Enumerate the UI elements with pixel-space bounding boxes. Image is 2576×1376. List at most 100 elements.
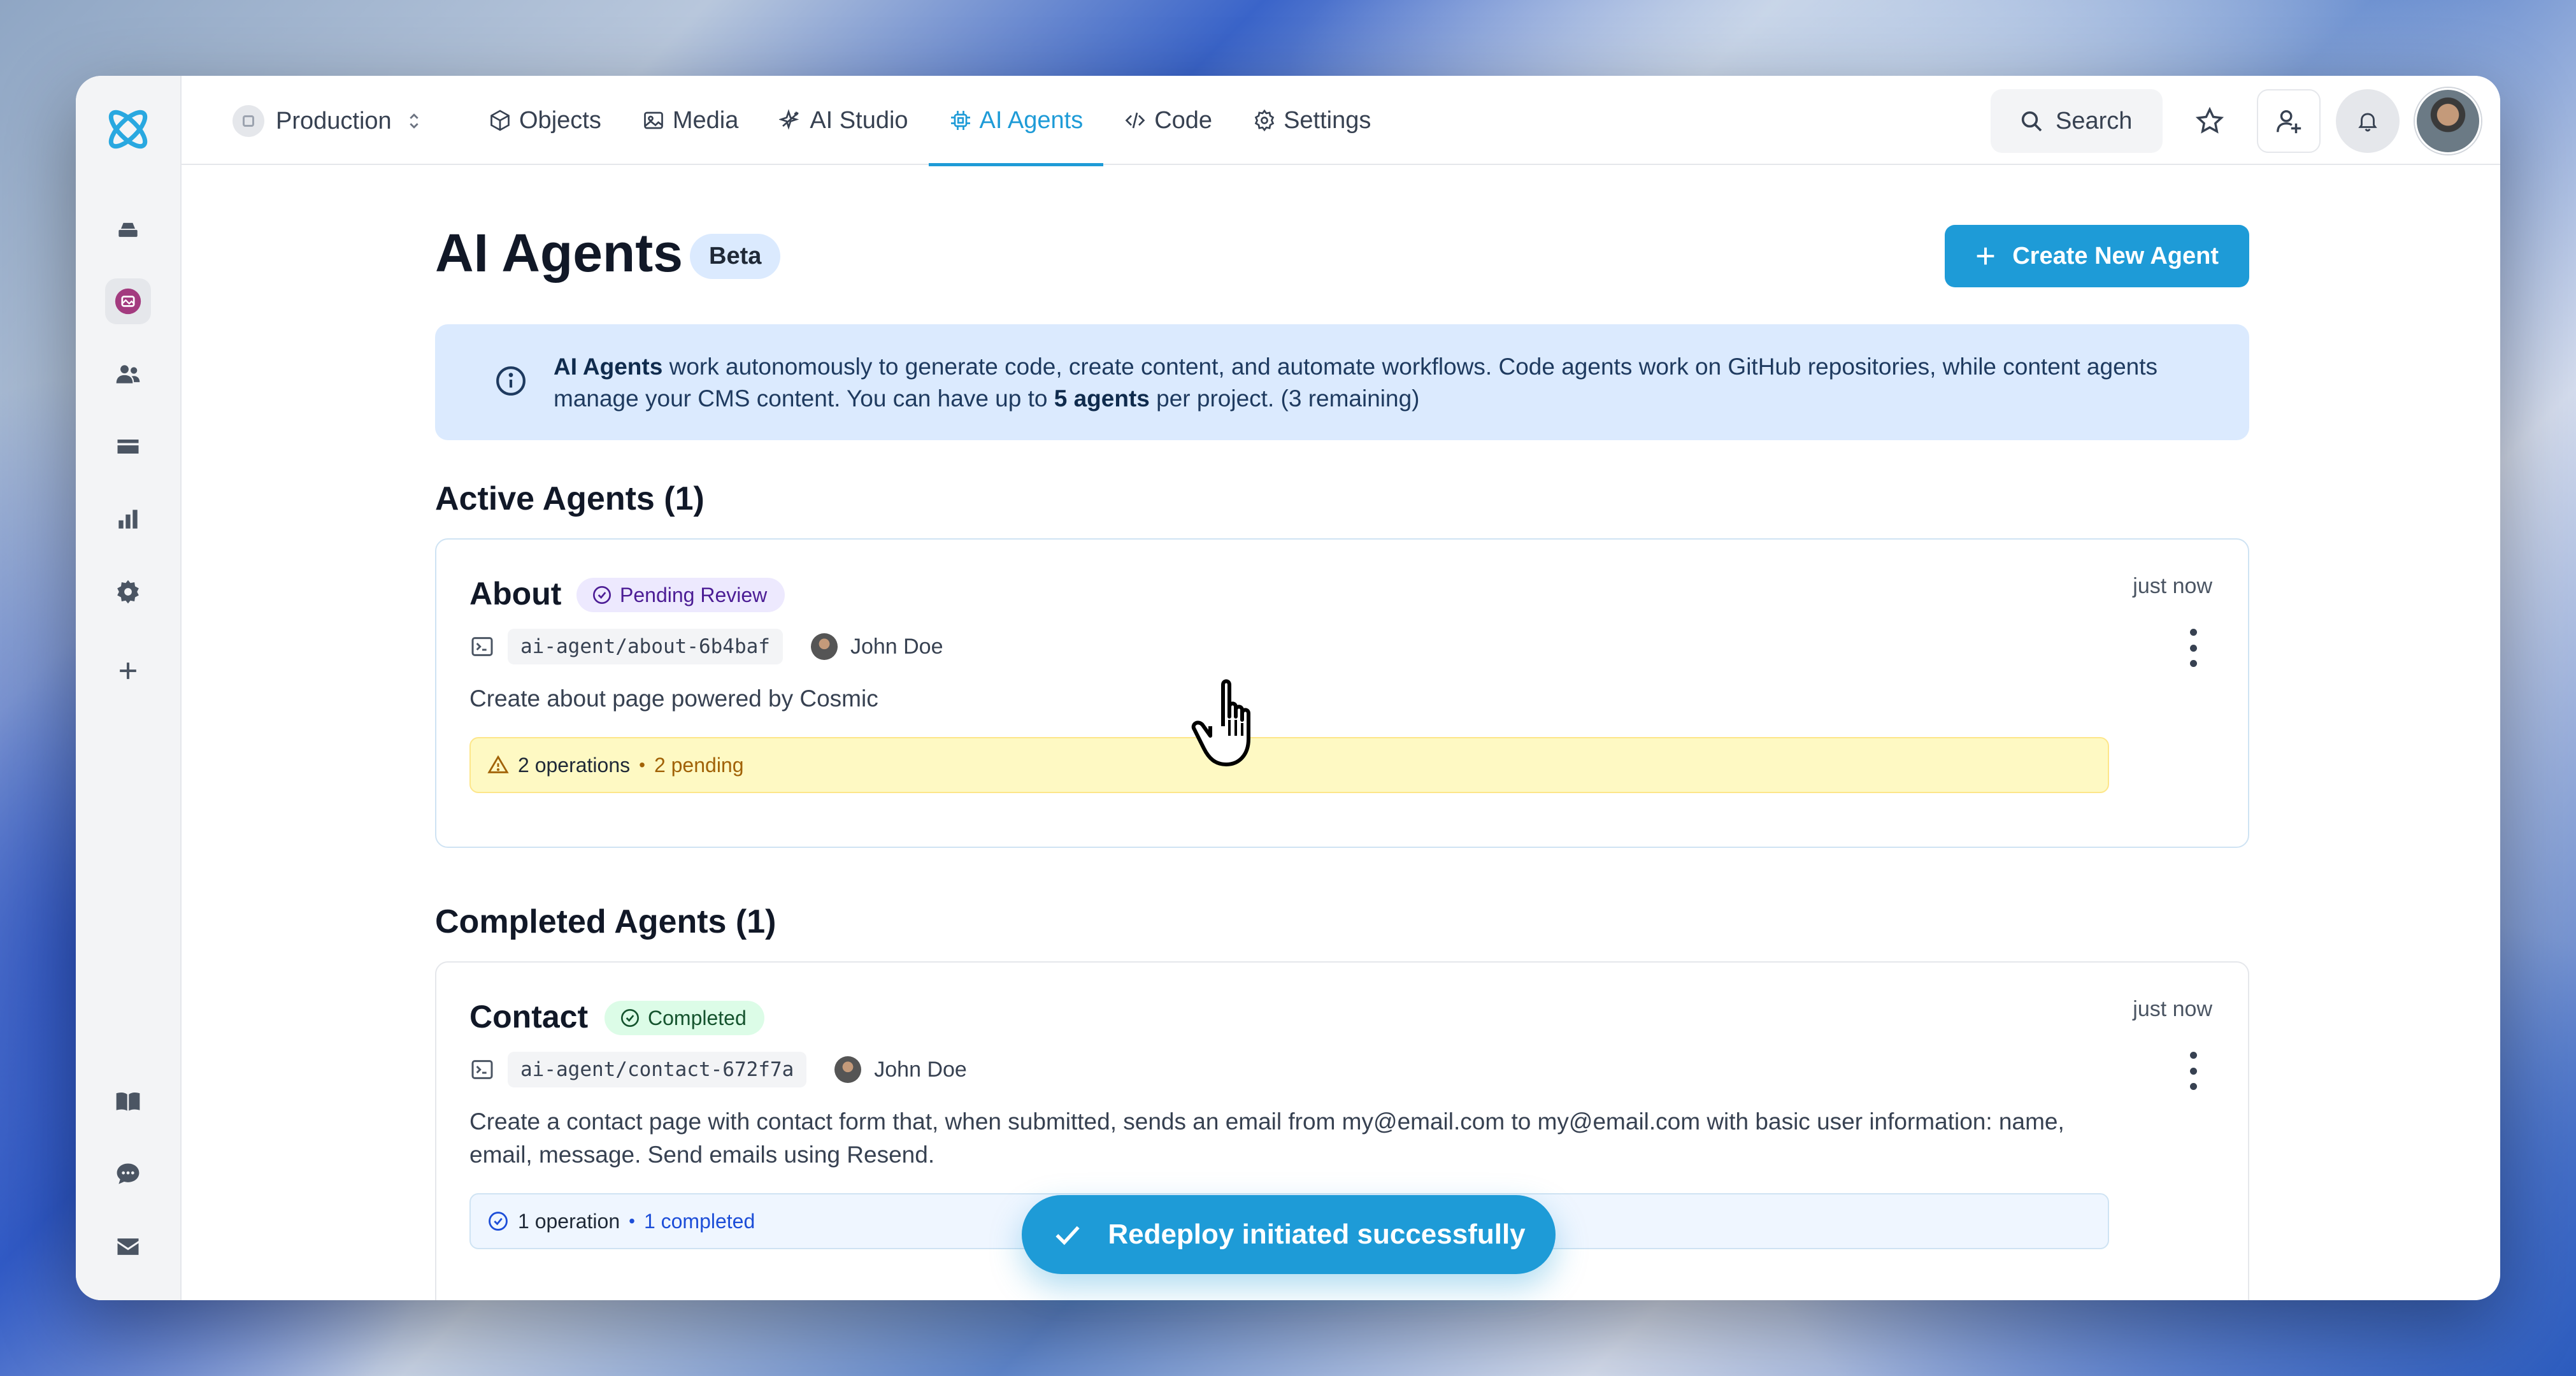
terminal-icon [471, 1060, 493, 1079]
separator-dot: • [639, 755, 645, 775]
bell-icon [2358, 113, 2377, 132]
more-options-button[interactable] [2187, 629, 2200, 667]
agent-description: Create a contact page with contact form … [469, 1108, 2064, 1168]
tab-ai-agents-label: AI Agents [979, 106, 1084, 134]
create-new-agent-button[interactable]: Create New Agent [1945, 225, 2249, 287]
tab-settings-label: Settings [1284, 106, 1371, 134]
status-label: Completed [648, 1006, 747, 1029]
tab-media-label: Media [672, 106, 739, 134]
tab-settings[interactable]: Settings [1233, 76, 1391, 165]
favorite-star-button[interactable] [2178, 89, 2242, 153]
operations-count: 1 operation [518, 1209, 620, 1233]
separator-dot: • [629, 1211, 635, 1231]
search-label: Search [2056, 107, 2133, 134]
tab-objects[interactable]: Objects [468, 76, 622, 165]
beta-badge: Beta [690, 234, 781, 279]
search-button[interactable]: Search [1991, 89, 2163, 153]
info-limit: 5 agents [1054, 385, 1150, 412]
star-icon [2195, 106, 2224, 134]
settings-gear-icon[interactable] [105, 569, 151, 615]
hand-pointer-cursor-icon [1191, 679, 1250, 766]
more-options-button[interactable] [2187, 1052, 2200, 1090]
tab-ai-agents[interactable]: AI Agents [928, 76, 1104, 166]
author-avatar [834, 1056, 862, 1083]
mail-envelope-icon[interactable] [105, 1224, 151, 1270]
operations-bar[interactable]: 2 operations • 2 pending [469, 737, 2109, 793]
invite-user-button[interactable] [2257, 89, 2321, 153]
info-text: AI Agents work autonomously to generate … [554, 354, 2157, 412]
info-text-part2: per project. (3 remaining) [1149, 385, 1420, 412]
terminal-icon [471, 637, 493, 656]
notifications-button[interactable] [2336, 89, 2400, 153]
buckets-icon[interactable] [105, 206, 151, 252]
user-plus-icon [2277, 110, 2301, 134]
cube-icon [490, 110, 510, 131]
plus-icon [1977, 247, 1994, 265]
success-toast[interactable]: Redeploy initiated successfully [1022, 1195, 1556, 1274]
search-icon [2021, 111, 2042, 132]
tab-code-label: Code [1154, 106, 1213, 134]
page-header: AI Agents Beta Create New Agent [435, 222, 2249, 287]
info-lead: AI Agents [554, 354, 663, 380]
agent-description: Create about page powered by Cosmic [469, 685, 878, 712]
create-new-agent-label: Create New Agent [2012, 242, 2219, 269]
cosmic-logo-icon[interactable] [97, 99, 159, 160]
author-avatar [810, 633, 838, 660]
main-nav: Objects Media AI Studio AI Agents Code S… [468, 76, 1391, 166]
status-label: Pending Review [620, 583, 768, 606]
checkmark-icon [1055, 1226, 1080, 1245]
tab-code[interactable]: Code [1103, 76, 1233, 165]
info-banner: AI Agents work autonomously to generate … [435, 324, 2249, 440]
cpu-icon [950, 111, 970, 130]
gear-icon [1254, 109, 1275, 132]
agent-timestamp: just now [2133, 574, 2212, 598]
page-title: AI Agents [435, 223, 683, 283]
branch-name[interactable]: ai-agent/contact-672f7a [508, 1052, 807, 1087]
project-name: Production [276, 107, 392, 134]
image-icon [643, 111, 663, 129]
agent-name: Contact [469, 999, 589, 1035]
top-right-actions: Search [1991, 83, 2481, 159]
status-badge-pending: Pending Review [576, 578, 785, 612]
project-icon [233, 105, 264, 137]
chat-bubble-icon[interactable] [105, 1151, 151, 1197]
author-name: John Doe [874, 1057, 967, 1082]
tab-media[interactable]: Media [622, 76, 759, 165]
analytics-chart-icon[interactable] [105, 496, 151, 542]
agent-card-about[interactable]: About Pending Review just now ai-agent/a… [435, 538, 2249, 848]
user-avatar[interactable] [2415, 88, 2481, 154]
active-agents-heading: Active Agents (1) [435, 480, 705, 517]
author-name: John Doe [850, 634, 943, 659]
add-plus-icon[interactable] [105, 648, 151, 694]
tab-ai-studio[interactable]: AI Studio [759, 76, 928, 165]
agent-meta: ai-agent/contact-672f7a John Doe [469, 1052, 967, 1087]
tab-objects-label: Objects [519, 106, 601, 134]
check-circle-icon [621, 1009, 639, 1027]
media-app-icon[interactable] [105, 278, 151, 324]
team-icon[interactable] [105, 351, 151, 397]
check-circle-icon [593, 586, 611, 604]
left-rail [76, 76, 182, 1300]
project-switcher[interactable]: Production [233, 104, 425, 138]
operations-status: 2 pending [654, 753, 744, 777]
status-badge-completed: Completed [605, 1001, 764, 1035]
tab-ai-studio-label: AI Studio [810, 106, 908, 134]
agent-name: About [469, 576, 562, 612]
agent-meta: ai-agent/about-6b4baf John Doe [469, 629, 943, 664]
check-circle-icon [489, 1212, 508, 1231]
app-window: Production Objects Media AI Studio AI Ag… [76, 76, 2500, 1300]
chevron-up-down-icon [410, 113, 419, 129]
operations-count: 2 operations [518, 753, 631, 777]
agent-timestamp: just now [2133, 997, 2212, 1021]
branch-name[interactable]: ai-agent/about-6b4baf [508, 629, 783, 664]
operations-status: 1 completed [643, 1209, 755, 1233]
warning-triangle-icon [487, 755, 509, 773]
sparkles-icon [779, 109, 799, 130]
top-bar: Production Objects Media AI Studio AI Ag… [182, 76, 2500, 166]
toast-message: Redeploy initiated successfully [1108, 1219, 1526, 1250]
docs-book-icon[interactable] [105, 1079, 151, 1124]
code-icon [1125, 112, 1145, 129]
billing-card-icon[interactable] [105, 424, 151, 469]
info-circle-icon [496, 366, 526, 396]
main-content: AI Agents Beta Create New Agent AI Agent… [182, 165, 2500, 1300]
